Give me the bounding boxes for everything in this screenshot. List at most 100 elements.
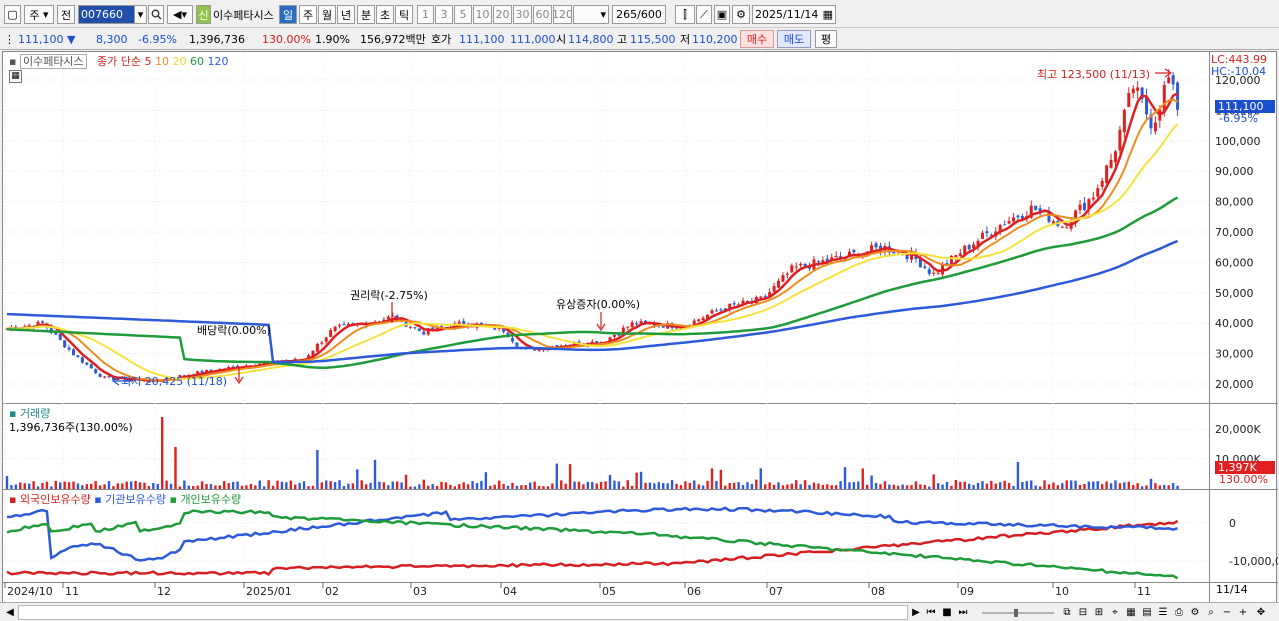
search-zoom-icon[interactable]: ⌕ [1204,605,1218,620]
gear-icon[interactable]: ⚙ [732,5,750,24]
volume-bar [1163,484,1166,489]
stop-icon[interactable]: ■ [940,605,954,620]
volume-bar [258,480,261,489]
volume-bar [945,481,949,489]
volume-bar [45,481,49,489]
count-value: 265 [616,8,638,21]
stock-code-input[interactable]: 007660 [78,5,135,24]
volume-bar [1083,483,1086,489]
prev-button[interactable]: 전 [57,5,75,24]
market-select[interactable]: 주 ▾ [24,5,54,24]
stock-code-dropdown-icon[interactable]: ▾ [134,5,147,24]
list-icon[interactable]: ☰ [1156,605,1170,620]
scroll-left-icon[interactable]: ◀ [4,605,16,620]
zoom-slider[interactable] [978,605,1058,620]
calendar-icon[interactable]: ▦ [823,8,833,21]
settings-icon[interactable]: ⚙ [1188,605,1202,620]
date-picker[interactable]: 2025/11/14 ▦ [752,5,836,24]
volume-bar [932,474,935,489]
volume-bar [347,483,350,489]
x-axis-label: 03 [413,585,427,598]
evaluate-button[interactable]: 평 [815,30,837,48]
minute-30-button[interactable]: 30 [513,5,532,24]
minute-10-button[interactable]: 10 [473,5,492,24]
volume-bar [941,484,944,489]
save-icon[interactable]: ▣ [714,5,730,24]
minute-1-button[interactable]: 1 [417,5,434,24]
compare-icon[interactable]: ⊟ [1076,605,1090,620]
volume-bar [608,474,612,489]
period-day-tab[interactable]: 일 [279,5,297,24]
volume-bar [458,484,461,489]
bid-price: 111,100 [459,32,505,46]
minute-5-button[interactable]: 5 [454,5,472,24]
candle-body [408,326,412,328]
volume-bar [1132,485,1135,489]
grid-icon[interactable]: ▦ [1124,605,1138,620]
candle-body [967,245,971,250]
count-input[interactable]: 265/600 [612,5,666,24]
volume-bar [981,481,984,489]
candle-body [701,317,705,321]
volume-bar [1109,483,1113,489]
volume-bar [1056,485,1060,489]
minute-60-button[interactable]: 60 [533,5,552,24]
crosshair-icon[interactable]: ⌖ [1108,605,1122,620]
zoom-in-icon[interactable]: + [1236,605,1250,620]
pan-icon[interactable]: ✥ [1252,605,1270,620]
price-y-tick: 70,000 [1215,226,1254,239]
volume-bar [936,483,940,489]
chart-canvas[interactable]: 120,000110,000100,00090,00080,00070,0006… [3,52,1278,604]
volume-bar [187,485,190,489]
period-minute-tab[interactable]: 분 [357,5,375,24]
candle-type-icon[interactable]: ⫿ [675,5,695,24]
candle-body [413,327,417,329]
buy-button[interactable]: 매수 [740,30,774,48]
jump-start-icon[interactable]: ⏮ [924,605,938,620]
image-icon[interactable]: ▤ [1140,605,1154,620]
volume-bar [183,480,186,489]
custom-period-select[interactable]: ▾ [573,5,609,24]
window-icon[interactable]: ▢ [4,5,21,24]
sell-button[interactable]: 매도 [777,30,811,48]
chart-area[interactable]: 120,000110,000100,00090,00080,00070,0006… [2,51,1278,604]
minute-120-button[interactable]: 120 [553,5,572,24]
volume-bar [307,486,310,489]
table-toggle-icon[interactable]: ▦ [9,70,22,83]
x-axis-label: 11 [65,585,79,598]
minute-20-button[interactable]: 20 [493,5,512,24]
period-month-tab[interactable]: 월 [318,5,336,24]
volume-bar [14,484,18,489]
volume-bar [382,482,386,489]
period-week-tab[interactable]: 주 [299,5,317,24]
jump-end-icon[interactable]: ⏭ [956,605,970,620]
period-tick-tab[interactable]: 틱 [395,5,413,24]
period-year-tab[interactable]: 년 [337,5,355,24]
volume-bar [568,464,572,489]
layout-icon[interactable]: ⧉ [1060,605,1074,620]
volume-bar [724,485,727,489]
overlay-icon[interactable]: ⊞ [1092,605,1106,620]
print-icon[interactable]: ⎙ [1172,605,1186,620]
drawing-tools-icon[interactable]: ⟋ [696,5,712,24]
candle-body [329,330,333,338]
volume-bar [285,482,288,489]
candle-body [1091,197,1095,200]
volume-bar [94,481,97,489]
candle-body [1012,217,1016,222]
ma-legend-10: 10 [154,55,169,68]
volume-bar [1074,480,1077,489]
scroll-right-icon[interactable]: ▶ [910,605,922,620]
x-axis-label: 2024/10 [7,585,53,598]
volume-bar [85,484,89,489]
volume-bar [817,483,820,489]
volume-bar [635,472,638,489]
minute-3-button[interactable]: 3 [435,5,453,24]
zoom-out-icon[interactable]: − [1220,605,1234,620]
volume-bar [174,447,177,489]
search-icon[interactable] [148,5,164,24]
period-second-tab[interactable]: 초 [376,5,394,24]
volume-bar [1069,480,1073,489]
speaker-icon[interactable]: ◀▾ [167,5,193,24]
scroll-track[interactable] [18,605,908,620]
